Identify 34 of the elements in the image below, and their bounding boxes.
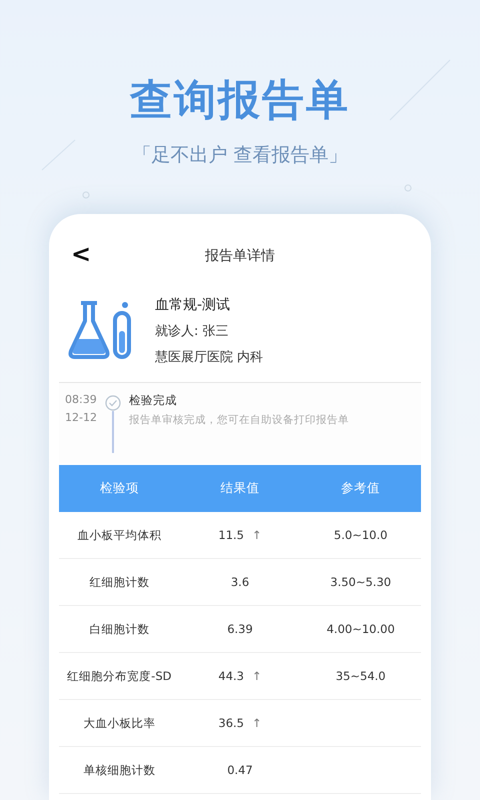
hospital-name: 慧医展厅医院 内科 (155, 349, 264, 366)
patient-name: 就诊人: 张三 (155, 323, 230, 340)
event-time: 08:39 (65, 393, 97, 406)
reference-range: 35~54.0 (336, 669, 386, 683)
column-header: 检验项 (98, 480, 140, 497)
high-arrow: ↑ (252, 669, 262, 683)
result-value: 6.39 (227, 622, 253, 636)
table-cell-text: 血小板平均体积 (76, 528, 162, 542)
column-header: 参考值 (340, 480, 382, 497)
event-status: 检验完成 (128, 393, 178, 408)
table-cell-text: 红细胞分布宽度-SD (66, 668, 172, 684)
result-value: 0.47 (227, 763, 253, 777)
table-cell-text: 大血小板比率 (82, 716, 156, 730)
column-header: 结果值 (220, 480, 260, 497)
tagline: 「足不出户 查看报告单」 (132, 143, 348, 168)
headline: 查询报告单 (130, 74, 350, 126)
back-button[interactable]: < (67, 240, 96, 268)
result-value: 44.3 (218, 669, 244, 683)
event-detail: 报告单审核完成，您可在自助设备打印报告单 (128, 413, 349, 427)
result-value: 3.6 (230, 575, 250, 589)
table-cell-text: 红细胞计数 (88, 574, 150, 590)
table-cell-text: 单核细胞计数 (82, 762, 156, 778)
table-cell-text: 白细胞计数 (88, 622, 150, 636)
result-value: 11.5 (218, 528, 244, 542)
high-arrow: ↑ (252, 716, 262, 730)
high-arrow: ↑ (252, 528, 262, 542)
result-value: 36.5 (218, 716, 244, 730)
event-date: 12-12 (65, 411, 97, 424)
reference-range: 5.0~10.0 (334, 528, 388, 542)
timeline-line (112, 411, 114, 453)
reference-range: 4.00~10.00 (326, 622, 395, 636)
report-name: 血常规-测试 (155, 296, 232, 314)
screen-title: 报告单详情 (205, 247, 275, 265)
reference-range: 3.50~5.30 (330, 575, 392, 589)
